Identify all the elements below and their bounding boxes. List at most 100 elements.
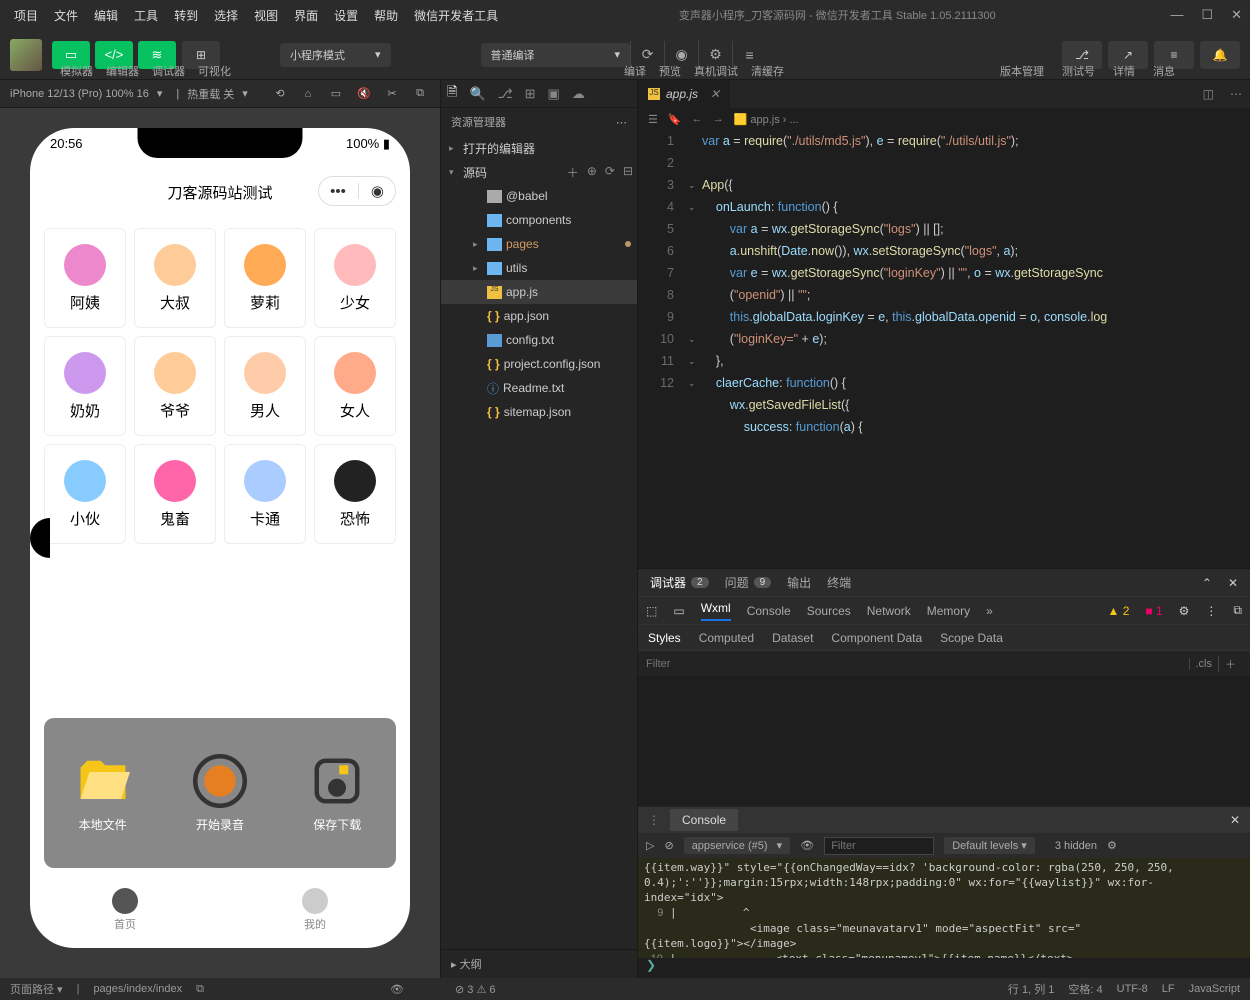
refresh-icon[interactable]: ⟲ <box>270 87 290 100</box>
menu-icon[interactable]: ⋮ <box>1205 604 1217 618</box>
clear-icon[interactable]: ⊘ <box>664 839 673 852</box>
voice-阿姨[interactable]: 阿姨 <box>44 228 126 328</box>
compile-dropdown[interactable]: 普通编译▾ <box>481 43 631 67</box>
cut-icon[interactable]: ✂ <box>382 87 402 100</box>
menu-微信开发者工具[interactable]: 微信开发者工具 <box>408 4 504 27</box>
copy-icon[interactable]: ⧉ <box>196 983 204 996</box>
tab-wxml[interactable]: Wxml <box>701 601 731 621</box>
menu-视图[interactable]: 视图 <box>248 4 284 27</box>
error-badge[interactable]: ■ 1 <box>1145 604 1162 618</box>
gear-icon[interactable]: ⚙ <box>1179 604 1190 618</box>
menu-帮助[interactable]: 帮助 <box>368 4 404 27</box>
warning-badge[interactable]: ▲ 2 <box>1108 604 1130 618</box>
mode-dropdown[interactable]: 小程序模式▾ <box>280 43 391 67</box>
voice-卡通[interactable]: 卡通 <box>224 444 306 544</box>
tab-network[interactable]: Network <box>867 604 911 618</box>
record-button[interactable]: 开始录音 <box>193 754 247 833</box>
tab-sources[interactable]: Sources <box>807 604 851 618</box>
tab-home[interactable]: 首页 <box>112 888 138 932</box>
root-folder[interactable]: ▾源码 ＋ ⊕ ⟳ ⊟ <box>441 160 637 184</box>
capsule-button[interactable]: •••◉ <box>318 176 396 206</box>
file-pages[interactable]: ▸ pages <box>441 232 637 256</box>
voice-恐怖[interactable]: 恐怖 <box>314 444 396 544</box>
console-tab[interactable]: Console <box>670 809 738 831</box>
menu-项目[interactable]: 项目 <box>8 4 44 27</box>
spaces[interactable]: 空格: 4 <box>1068 981 1102 997</box>
more-icon[interactable]: ⋯ <box>616 116 627 129</box>
console-filter-input[interactable] <box>824 837 934 855</box>
page-path-label[interactable]: 页面路径 ▾ <box>10 981 63 997</box>
menu-选择[interactable]: 选择 <box>208 4 244 27</box>
build-icon[interactable]: ▣ <box>548 86 560 102</box>
maximize-icon[interactable]: ☐ <box>1201 7 1213 23</box>
avatar[interactable] <box>10 39 42 71</box>
device-icon[interactable]: ▭ <box>673 604 684 618</box>
menu-界面[interactable]: 界面 <box>288 4 324 27</box>
tab-mine[interactable]: 我的 <box>302 888 328 932</box>
cls-button[interactable]: .cls <box>1189 658 1219 670</box>
play-icon[interactable]: ▷ <box>646 839 654 852</box>
menu-文件[interactable]: 文件 <box>48 4 84 27</box>
new-file-icon[interactable]: ＋ <box>567 164 579 181</box>
open-editors[interactable]: ▸打开的编辑器 <box>441 136 637 160</box>
breadcrumb[interactable]: 🟨 app.js › ... <box>734 113 799 126</box>
mute-icon[interactable]: 🔇 <box>354 87 374 100</box>
dbgtab-问题[interactable]: 问题 9 <box>725 574 772 591</box>
dock-icon[interactable]: ⧉ <box>1233 603 1242 618</box>
page-path[interactable]: pages/index/index <box>93 983 182 995</box>
voice-萝莉[interactable]: 萝莉 <box>224 228 306 328</box>
tab-scope[interactable]: Scope Data <box>940 631 1003 645</box>
git-icon[interactable]: ⎇ <box>498 86 513 102</box>
device-label[interactable]: iPhone 12/13 (Pro) 100% 16 <box>10 88 149 100</box>
ext-icon[interactable]: ⊞ <box>525 86 536 102</box>
console-gear-icon[interactable]: ⚙ <box>1107 839 1117 852</box>
voice-少女[interactable]: 少女 <box>314 228 396 328</box>
back-icon[interactable]: ▭ <box>326 87 346 100</box>
voice-爷爷[interactable]: 爷爷 <box>134 336 216 436</box>
nav-fwd-icon[interactable]: → <box>713 113 724 125</box>
context-dropdown[interactable]: appservice (#5) ▾ <box>684 837 791 854</box>
tabs-more-icon[interactable]: » <box>986 604 993 618</box>
collapse-icon[interactable]: ⊟ <box>623 164 633 181</box>
editor-more-icon[interactable]: ⋯ <box>1222 87 1250 101</box>
file-@babel[interactable]: @babel <box>441 184 637 208</box>
tab-styles[interactable]: Styles <box>648 631 681 645</box>
list-icon[interactable]: ☰ <box>648 113 658 126</box>
chevron-up-icon[interactable]: ⌃ <box>1202 576 1212 590</box>
local-file-button[interactable]: 本地文件 <box>76 754 130 833</box>
console-menu-icon[interactable]: ⋮ <box>638 813 670 827</box>
tab-computed[interactable]: Computed <box>699 631 754 645</box>
encoding[interactable]: UTF-8 <box>1117 983 1148 995</box>
file-config.txt[interactable]: config.txt <box>441 328 637 352</box>
voice-奶奶[interactable]: 奶奶 <box>44 336 126 436</box>
nav-back-icon[interactable]: ← <box>692 113 703 125</box>
style-filter-input[interactable] <box>646 658 1189 670</box>
refresh-tree-icon[interactable]: ⟳ <box>605 164 615 181</box>
save-button[interactable]: 保存下载 <box>310 754 364 833</box>
voice-鬼畜[interactable]: 鬼畜 <box>134 444 216 544</box>
float-icon[interactable]: ⧉ <box>410 87 430 100</box>
minimize-icon[interactable]: — <box>1170 7 1183 23</box>
close-tab-icon[interactable]: ✕ <box>710 87 720 101</box>
voice-男人[interactable]: 男人 <box>224 336 306 436</box>
levels-dropdown[interactable]: Default levels ▾ <box>944 837 1035 854</box>
tab-memory[interactable]: Memory <box>927 604 970 618</box>
file-Readme.txt[interactable]: ⓘ Readme.txt <box>441 376 637 400</box>
close-panel-icon[interactable]: ✕ <box>1228 576 1238 590</box>
tab-component[interactable]: Component Data <box>831 631 922 645</box>
new-folder-icon[interactable]: ⊕ <box>587 164 597 181</box>
close-icon[interactable]: ✕ <box>1231 7 1242 23</box>
file-components[interactable]: components <box>441 208 637 232</box>
problems-status[interactable]: ⊘ 3 ⚠ 6 <box>455 983 495 996</box>
file-project.config.json[interactable]: { } project.config.json <box>441 352 637 376</box>
code-area[interactable]: var a = require("./utils/md5.js"), e = r… <box>702 130 1250 568</box>
search-icon[interactable]: 🔍 <box>469 86 485 102</box>
files-icon[interactable]: 🗎 <box>447 83 457 105</box>
message-button[interactable]: 🔔 <box>1200 41 1240 69</box>
cursor-pos[interactable]: 行 1, 列 1 <box>1008 981 1054 997</box>
dbgtab-调试器[interactable]: 调试器 2 <box>650 574 709 591</box>
home-icon[interactable]: ⌂ <box>298 88 318 100</box>
voice-小伙[interactable]: 小伙 <box>44 444 126 544</box>
menu-工具[interactable]: 工具 <box>128 4 164 27</box>
console-prompt[interactable]: ❯ <box>638 958 1250 978</box>
